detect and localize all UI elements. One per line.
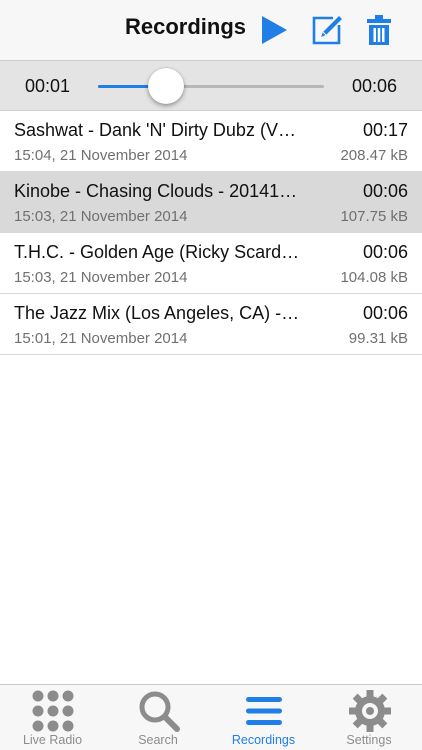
recording-title: T.H.C. - Golden Age (Ricky Scard… [14, 242, 300, 262]
gear-icon [348, 690, 392, 732]
delete-button[interactable] [361, 12, 397, 48]
recording-date: 15:03, 21 November 2014 [14, 269, 188, 286]
recording-duration: 00:06 [362, 303, 408, 323]
navigation-bar: Recordings [0, 0, 422, 60]
progress-slider[interactable] [98, 68, 324, 104]
recordings-list: Sashwat - Dank 'N' Dirty Dubz (V… 15:04, … [0, 111, 422, 355]
tab-settings[interactable]: Settings [317, 685, 422, 750]
recording-size: 99.31 kB [348, 330, 408, 347]
playback-bar: 00:01 00:06 [0, 60, 422, 111]
tab-label: Settings [346, 733, 392, 747]
recording-row[interactable]: The Jazz Mix (Los Angeles, CA) -… 15:01, … [0, 294, 422, 355]
recording-date: 15:01, 21 November 2014 [14, 330, 188, 347]
tab-live-radio[interactable]: Live Radio [0, 685, 105, 750]
edit-button[interactable] [309, 12, 345, 48]
magnifier-icon [137, 690, 181, 732]
recording-row[interactable]: Sashwat - Dank 'N' Dirty Dubz (V… 15:04, … [0, 111, 422, 172]
recording-date: 15:04, 21 November 2014 [14, 147, 188, 164]
recording-size: 208.47 kB [340, 147, 408, 164]
list-icon [242, 690, 286, 732]
tab-label: Recordings [231, 733, 296, 747]
slider-thumb[interactable] [147, 68, 184, 104]
page-title: Recordings [125, 14, 247, 39]
recording-size: 104.08 kB [340, 269, 408, 286]
tab-search[interactable]: Search [106, 685, 211, 750]
tab-label: Live Radio [22, 733, 83, 747]
recording-title: Kinobe - Chasing Clouds - 20141… [14, 181, 298, 201]
recording-duration: 00:06 [362, 181, 408, 201]
total-time: 00:06 [351, 76, 397, 96]
elapsed-time: 00:01 [25, 76, 71, 96]
edit-icon [312, 16, 342, 45]
recording-title: Sashwat - Dank 'N' Dirty Dubz (V… [14, 120, 296, 140]
play-icon [262, 16, 287, 44]
recording-row[interactable]: Kinobe - Chasing Clouds - 20141… 15:03, 2… [0, 172, 422, 233]
recording-size: 107.75 kB [340, 208, 408, 225]
recording-duration: 00:06 [362, 242, 408, 262]
tab-recordings[interactable]: Recordings [211, 685, 316, 750]
recording-duration: 00:17 [362, 120, 408, 140]
tab-label: Search [138, 733, 178, 747]
play-button[interactable] [256, 12, 292, 48]
trash-icon [367, 15, 391, 45]
recording-title: The Jazz Mix (Los Angeles, CA) -… [14, 303, 300, 323]
recording-row[interactable]: T.H.C. - Golden Age (Ricky Scard… 15:03, … [0, 233, 422, 294]
recording-date: 15:03, 21 November 2014 [14, 208, 188, 225]
tab-bar: Live Radio Search Recordings Settings [0, 684, 422, 750]
grid-dots-icon [31, 690, 75, 732]
